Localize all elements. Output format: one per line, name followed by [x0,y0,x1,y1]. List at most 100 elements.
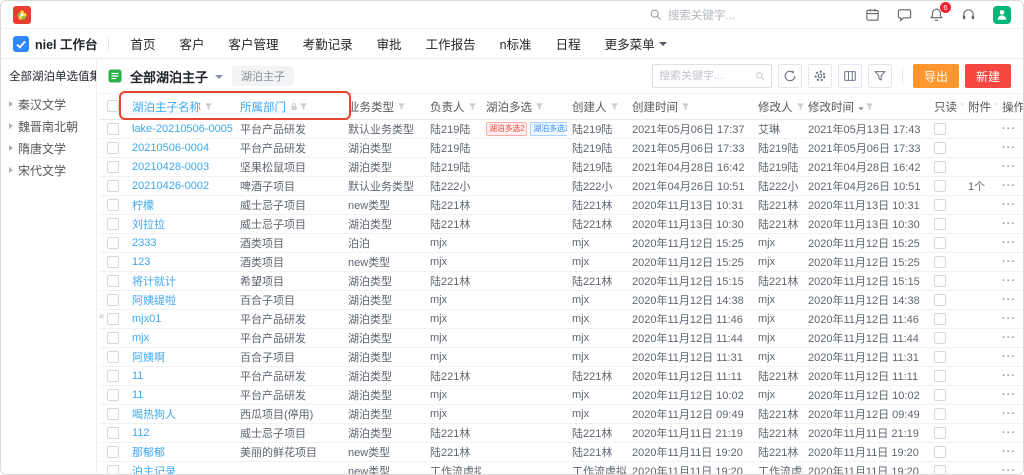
nav-item-4[interactable]: 考勤记录 [291,34,365,53]
row-actions-button[interactable]: ··· [1002,180,1016,192]
record-link[interactable]: 2333 [132,237,156,249]
record-link[interactable]: 刘拉拉 [132,219,165,231]
record-link[interactable]: 20210428-0003 [132,161,209,173]
row-actions-button[interactable]: ··· [1002,123,1016,135]
filter-icon[interactable] [994,102,997,111]
record-link[interactable]: 11 [132,389,143,401]
column-header-created[interactable]: 创建时间 [627,94,753,120]
row-checkbox[interactable] [107,180,119,192]
workspace-name[interactable]: niel 工作台 [35,34,98,53]
nav-item-6[interactable]: 工作报告 [414,34,488,53]
row-checkbox[interactable] [107,123,119,135]
filter-button[interactable] [868,64,892,88]
row-checkbox[interactable] [107,256,119,268]
row-checkbox[interactable] [107,370,119,382]
sort-icon[interactable] [857,102,865,111]
row-actions-button[interactable]: ··· [1002,427,1016,439]
row-checkbox[interactable] [107,427,119,439]
record-link[interactable]: 20210506-0004 [132,142,209,154]
column-header-dept[interactable]: 所属部门 [235,94,343,120]
row-checkbox[interactable] [107,446,119,458]
filter-icon[interactable] [299,102,308,111]
search-icon[interactable] [755,70,765,82]
refresh-button[interactable] [778,64,802,88]
row-checkbox[interactable] [107,161,119,173]
record-link[interactable]: mjx [132,332,149,344]
nav-item-8[interactable]: 日程 [544,34,593,53]
column-header-tags[interactable]: 湖泊多选 [481,94,567,120]
row-actions-button[interactable]: ··· [1002,275,1016,287]
nav-item-3[interactable]: 客户管理 [217,34,291,53]
nav-item-1[interactable]: 首页 [119,34,168,53]
record-link[interactable]: 20210426-0002 [132,180,209,192]
column-header-modifier[interactable]: 修改人 [753,94,803,120]
column-header-modified[interactable]: 修改时间 [803,94,929,120]
row-checkbox[interactable] [107,351,119,363]
chat-icon[interactable] [897,7,912,22]
select-all-checkbox[interactable] [107,100,119,112]
filter-icon[interactable] [468,102,477,111]
filter-icon[interactable] [204,102,213,111]
row-actions-button[interactable]: ··· [1002,446,1016,458]
row-actions-button[interactable]: ··· [1002,465,1016,474]
export-button[interactable]: 导出 [913,64,959,88]
global-search[interactable]: 搜索关键字... [649,7,735,23]
column-header-more[interactable]: 操作 [997,94,1023,120]
record-link[interactable]: 112 [132,427,150,439]
record-link[interactable]: 喝热狗人 [132,409,176,421]
row-actions-button[interactable]: ··· [1002,389,1016,401]
record-link[interactable]: mjx01 [132,313,161,325]
row-actions-button[interactable]: ··· [1002,351,1016,363]
column-header-creator[interactable]: 创建人 [567,94,627,120]
nav-item-7[interactable]: n标准 [488,34,544,53]
row-checkbox[interactable] [107,275,119,287]
page-title[interactable]: 全部湖泊主子 [130,67,208,86]
row-checkbox[interactable] [107,313,119,325]
record-link[interactable]: 11 [132,370,143,382]
chevron-down-icon[interactable] [215,75,223,79]
headset-icon[interactable] [961,7,976,22]
calendar-icon[interactable] [865,7,880,22]
bell-icon[interactable]: 6 [929,7,944,22]
filter-icon[interactable] [681,102,690,111]
column-header-type[interactable]: 业务类型 [343,94,425,120]
record-link[interactable]: 将计就计 [132,276,176,288]
filter-icon[interactable] [865,102,874,111]
columns-button[interactable] [838,64,862,88]
row-actions-button[interactable]: ··· [1002,332,1016,344]
record-link[interactable]: 泊主记录 [132,466,176,474]
row-actions-button[interactable]: ··· [1002,161,1016,173]
app-logo-icon[interactable] [13,6,31,24]
record-link[interactable]: 123 [132,256,150,268]
nav-item-2[interactable]: 客户 [168,34,217,53]
filter-icon[interactable] [397,102,406,111]
row-actions-button[interactable]: ··· [1002,199,1016,211]
filter-icon[interactable] [960,102,963,111]
sidebar-item-1[interactable]: 秦汉文学 [9,93,88,115]
row-actions-button[interactable]: ··· [1002,370,1016,382]
create-button[interactable]: 新建 [965,64,1011,88]
sidebar-item-4[interactable]: 宋代文学 [9,159,88,181]
record-link[interactable]: lake-20210506-0005 [132,123,233,135]
row-checkbox[interactable] [107,332,119,344]
row-checkbox[interactable] [107,465,119,474]
settings-button[interactable] [808,64,832,88]
row-actions-button[interactable]: ··· [1002,408,1016,420]
row-actions-button[interactable]: ··· [1002,256,1016,268]
row-actions-button[interactable]: ··· [1002,142,1016,154]
sidebar-collapse-button[interactable]: « [97,299,108,333]
column-header-owner[interactable]: 负责人 [425,94,481,120]
row-checkbox[interactable] [107,408,119,420]
record-link[interactable]: 阿姨啊 [132,352,165,364]
record-link[interactable]: 那郁郁 [132,447,165,459]
row-actions-button[interactable]: ··· [1002,313,1016,325]
record-link[interactable]: 阿姨缇啦 [132,295,176,307]
row-actions-button[interactable]: ··· [1002,294,1016,306]
row-checkbox[interactable] [107,294,119,306]
record-link[interactable]: 柠檬 [132,200,154,212]
sidebar-item-3[interactable]: 隋唐文学 [9,137,88,159]
nav-item-9[interactable]: 更多菜单 [593,34,679,53]
filter-icon[interactable] [796,102,804,111]
row-actions-button[interactable]: ··· [1002,237,1016,249]
row-actions-button[interactable]: ··· [1002,218,1016,230]
